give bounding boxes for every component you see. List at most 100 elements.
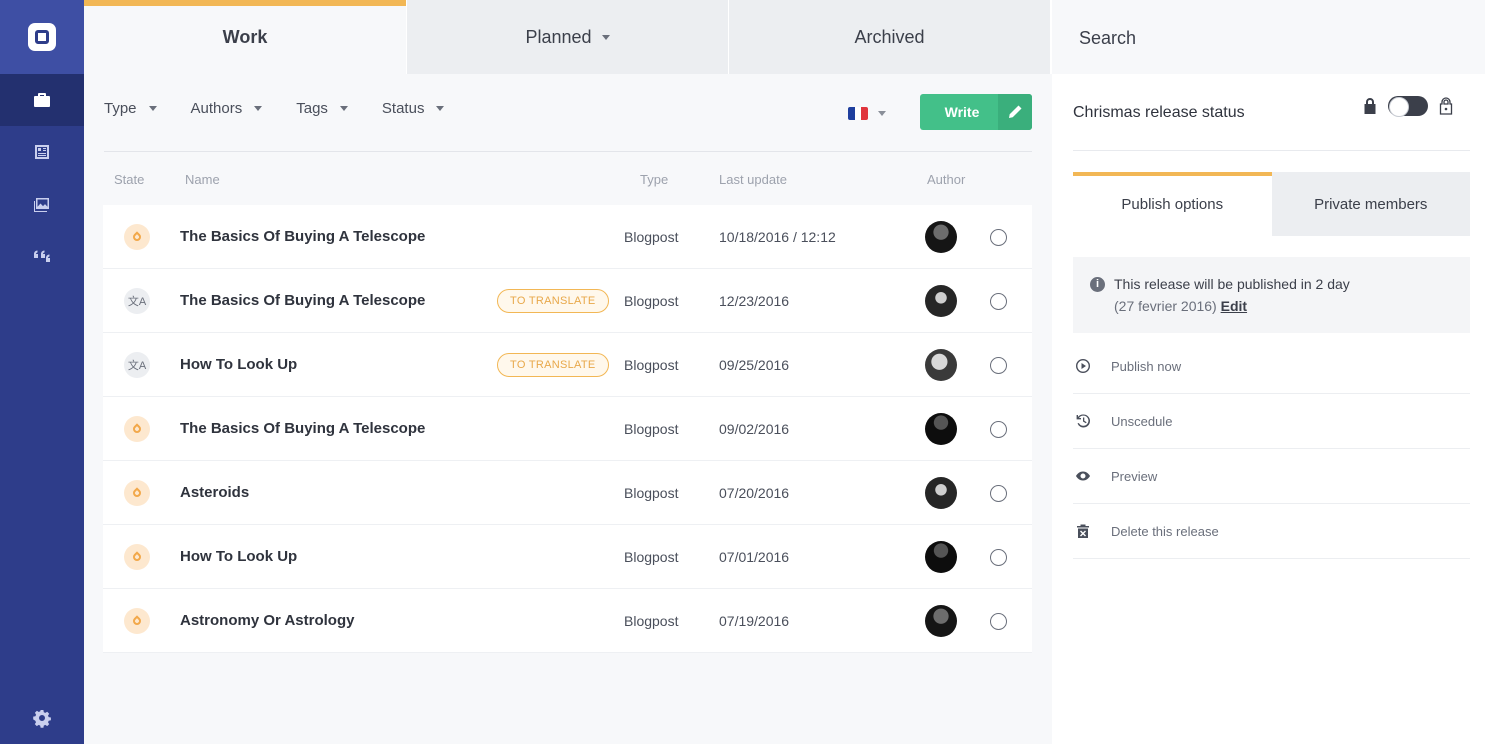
row-name[interactable]: Astronomy Or Astrology [180, 612, 354, 629]
table-row[interactable]: How To Look Up Blogpost 07/01/2016 [103, 525, 1032, 589]
briefcase-icon[interactable] [0, 74, 84, 126]
table-row[interactable]: Astronomy Or Astrology Blogpost 07/19/2016 [103, 589, 1032, 653]
panel-tabs: Publish options Private members [1073, 172, 1470, 236]
filter-authors[interactable]: Authors [191, 100, 263, 117]
table-row[interactable]: The Basics Of Buying A Telescope Blogpost… [103, 205, 1032, 269]
write-button[interactable]: Write [920, 94, 1032, 130]
header-type: Type [640, 172, 669, 187]
publish-info: i This release will be published in 2 day… [1073, 257, 1470, 333]
delete-release-action[interactable]: Delete this release [1073, 504, 1470, 559]
unschedule-action[interactable]: Unscedule [1073, 394, 1470, 449]
tab-work[interactable]: Work [84, 0, 406, 74]
trash-icon [1073, 523, 1111, 539]
row-type: Blogpost [624, 485, 679, 501]
panel-title: Chrismas release status [1073, 104, 1245, 121]
row-last-update: 09/25/2016 [719, 357, 790, 373]
author-avatar[interactable] [925, 221, 957, 253]
filter-status[interactable]: Status [382, 100, 445, 117]
row-type: Blogpost [624, 421, 679, 437]
tab-archived[interactable]: Archived [728, 0, 1050, 74]
top-tabs: Work Planned Archived [84, 0, 1052, 74]
history-icon [1073, 413, 1111, 429]
tab-private-members[interactable]: Private members [1271, 172, 1470, 236]
filter-type[interactable]: Type [104, 100, 157, 117]
table-row[interactable]: Asteroids Blogpost 07/20/2016 [103, 461, 1032, 525]
row-select-radio[interactable] [990, 421, 1007, 438]
language-selector[interactable] [848, 107, 886, 120]
filter-tags[interactable]: Tags [296, 100, 348, 117]
to-translate-badge: TO TRANSLATE [497, 353, 609, 377]
row-select-radio[interactable] [990, 229, 1007, 246]
lock-closed-icon [1364, 98, 1376, 114]
chevron-down-icon [148, 106, 157, 111]
row-last-update: 09/02/2016 [719, 421, 790, 437]
pencil-icon [998, 94, 1032, 130]
header-state: State [114, 172, 145, 187]
table-row[interactable]: The Basics Of Buying A Telescope Blogpost… [103, 397, 1032, 461]
header-name: Name [185, 172, 220, 187]
preview-action[interactable]: Preview [1073, 449, 1470, 504]
sidebar [0, 0, 84, 744]
row-name[interactable]: Asteroids [180, 484, 249, 501]
row-type: Blogpost [624, 549, 679, 565]
row-select-radio[interactable] [990, 357, 1007, 374]
eye-icon [1073, 468, 1111, 484]
privacy-toggle[interactable] [1388, 96, 1428, 117]
publish-now-action[interactable]: Publish now [1073, 339, 1470, 394]
header-author: Author [927, 172, 966, 187]
author-avatar[interactable] [925, 413, 957, 445]
row-type: Blogpost [624, 229, 679, 245]
row-last-update: 07/19/2016 [719, 613, 790, 629]
table-header: State Name Type Last update Author [104, 172, 1032, 192]
row-name[interactable]: How To Look Up [180, 548, 297, 565]
media-icon[interactable] [0, 178, 84, 230]
draft-state-icon [124, 416, 150, 442]
divider [1073, 150, 1470, 151]
chevron-down-icon [436, 106, 445, 111]
row-type: Blogpost [624, 357, 679, 373]
filter-bar: Type Authors Tags Status [104, 100, 445, 117]
content-list: Type Authors Tags Status Write State Nam… [84, 74, 1052, 744]
play-circle-icon [1073, 358, 1111, 374]
row-last-update: 07/20/2016 [719, 485, 790, 501]
tab-publish-options[interactable]: Publish options [1073, 172, 1272, 236]
chevron-down-icon [339, 106, 348, 111]
info-icon: i [1090, 276, 1105, 292]
row-select-radio[interactable] [990, 485, 1007, 502]
draft-state-icon [124, 608, 150, 634]
author-avatar[interactable] [925, 349, 957, 381]
row-type: Blogpost [624, 613, 679, 629]
logo-icon[interactable] [0, 0, 84, 74]
search-tab[interactable]: Search [1052, 0, 1485, 74]
row-select-radio[interactable] [990, 293, 1007, 310]
row-last-update: 07/01/2016 [719, 549, 790, 565]
translate-state-icon: 文A [124, 352, 150, 378]
row-select-radio[interactable] [990, 549, 1007, 566]
row-select-radio[interactable] [990, 613, 1007, 630]
release-actions: Publish now Unscedule Preview Delete thi… [1073, 339, 1470, 559]
tab-planned[interactable]: Planned [406, 0, 728, 74]
row-last-update: 10/18/2016 / 12:12 [719, 229, 836, 245]
divider [104, 151, 1032, 152]
author-avatar[interactable] [925, 541, 957, 573]
row-last-update: 12/23/2016 [719, 293, 790, 309]
row-name[interactable]: The Basics Of Buying A Telescope [180, 228, 425, 245]
table-row[interactable]: 文A How To Look Up TO TRANSLATE Blogpost 09/2… [103, 333, 1032, 397]
header-last-update: Last update [719, 172, 787, 187]
row-name[interactable]: The Basics Of Buying A Telescope [180, 420, 425, 437]
author-avatar[interactable] [925, 605, 957, 637]
chevron-down-icon [601, 34, 610, 40]
row-name[interactable]: How To Look Up [180, 356, 297, 373]
chevron-down-icon [878, 111, 886, 116]
row-name[interactable]: The Basics Of Buying A Telescope [180, 292, 425, 309]
author-avatar[interactable] [925, 477, 957, 509]
edit-link[interactable]: Edit [1221, 298, 1247, 314]
settings-icon[interactable] [0, 692, 84, 744]
translate-state-icon: 文A [124, 288, 150, 314]
table-row[interactable]: 文A The Basics Of Buying A Telescope TO TRA… [103, 269, 1032, 333]
dashboard-icon[interactable] [0, 126, 84, 178]
quotes-icon[interactable] [0, 230, 84, 282]
chevron-down-icon [254, 106, 263, 111]
to-translate-badge: TO TRANSLATE [497, 289, 609, 313]
author-avatar[interactable] [925, 285, 957, 317]
